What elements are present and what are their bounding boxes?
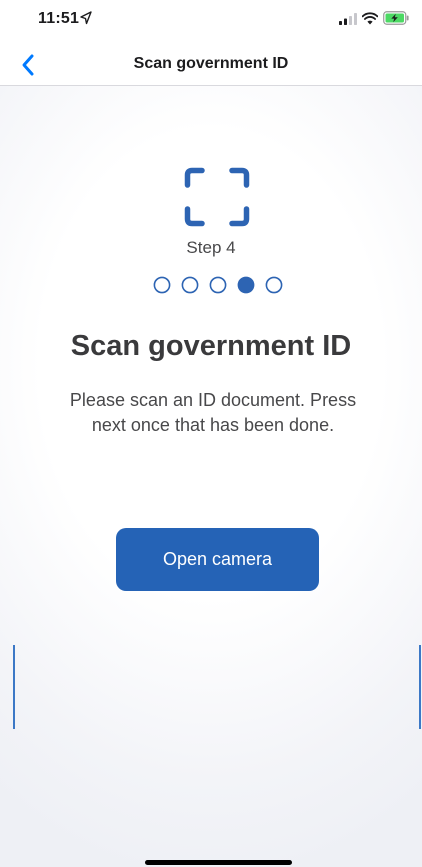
edge-marker-left — [13, 645, 15, 729]
home-indicator[interactable] — [145, 860, 292, 865]
nav-bar: Scan government ID — [0, 46, 422, 86]
step-dot-1 — [153, 276, 171, 294]
nav-title: Scan government ID — [133, 55, 289, 72]
status-bar: 11:51 — [0, 0, 422, 46]
step-label: Step 4 — [186, 238, 236, 257]
signal-icon — [339, 13, 357, 25]
location-arrow-icon — [80, 11, 92, 25]
status-time: 11:51 — [38, 10, 80, 27]
step-indicator — [153, 276, 283, 294]
wifi-icon — [362, 12, 378, 25]
page-heading: Scan government ID — [70, 330, 352, 362]
step-dot-3 — [209, 276, 227, 294]
edge-marker-right — [419, 645, 421, 729]
scan-frame-icon — [184, 167, 250, 227]
screen: 11:51 Scan government ID Step 4 Scan gov… — [0, 0, 422, 867]
step-dot-4-active — [237, 276, 255, 294]
open-camera-button[interactable]: Open camera — [116, 528, 319, 591]
instructions-text: Please scan an ID document. Press next o… — [69, 390, 357, 435]
step-dot-5 — [265, 276, 283, 294]
battery-charging-icon — [383, 11, 409, 25]
step-dot-2 — [181, 276, 199, 294]
